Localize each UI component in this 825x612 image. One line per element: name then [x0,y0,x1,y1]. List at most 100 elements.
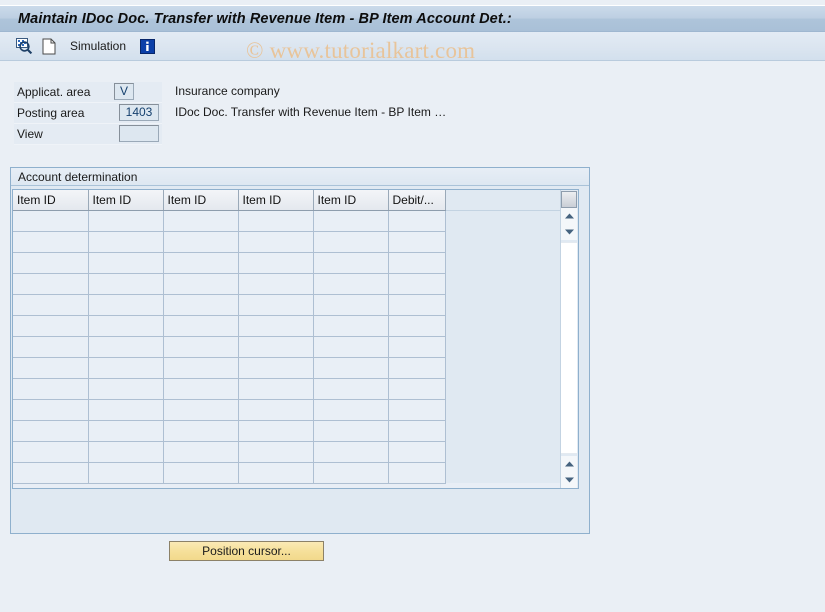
table-cell[interactable] [388,420,446,442]
table-cell[interactable] [238,273,314,295]
posting-area-input[interactable]: 1403 [119,104,159,121]
table-cell[interactable] [313,420,389,442]
table-cell[interactable] [238,231,314,253]
table-cell[interactable] [13,273,89,295]
table-cell[interactable] [13,357,89,379]
table-cell[interactable] [163,252,239,274]
table-cell[interactable] [313,210,389,232]
table-cell[interactable] [388,462,446,484]
document-icon[interactable] [40,35,58,57]
table-cell[interactable] [238,315,314,337]
table-cell[interactable] [388,252,446,274]
table-cell[interactable] [163,336,239,358]
column-header-debit[interactable]: Debit/... [388,190,446,211]
table-cell[interactable] [163,357,239,379]
table-cell[interactable] [238,294,314,316]
table-cell[interactable] [13,252,89,274]
magnifier-display-icon[interactable] [14,35,34,57]
table-cell[interactable] [88,399,164,421]
table-cell[interactable] [388,315,446,337]
table-cell[interactable] [13,441,89,463]
table-cell[interactable] [388,399,446,421]
table-cell[interactable] [313,357,389,379]
table-cell[interactable] [313,441,389,463]
table-body [13,210,560,484]
position-cursor-button[interactable]: Position cursor... [169,541,324,561]
table-cell[interactable] [13,399,89,421]
table-cell[interactable] [163,273,239,295]
table-cell[interactable] [88,252,164,274]
table-cell[interactable] [313,252,389,274]
table-cell[interactable] [163,315,239,337]
table-cell[interactable] [163,378,239,400]
table-cell[interactable] [88,294,164,316]
table-cell[interactable] [88,273,164,295]
table-cell[interactable] [238,420,314,442]
table-cell[interactable] [13,336,89,358]
table-cell[interactable] [238,399,314,421]
info-icon[interactable] [138,35,156,57]
table-cell[interactable] [88,336,164,358]
scrollbar-track[interactable] [561,242,578,454]
table-cell[interactable] [313,315,389,337]
table-cell[interactable] [88,420,164,442]
table-cell[interactable] [13,315,89,337]
applicat-area-input[interactable]: V [114,83,134,100]
table-cell[interactable] [313,462,389,484]
table-cell[interactable] [388,273,446,295]
table-cell[interactable] [13,378,89,400]
table-cell[interactable] [88,378,164,400]
table-cell[interactable] [313,378,389,400]
table-cell[interactable] [313,294,389,316]
column-header-item-id-5[interactable]: Item ID [313,190,389,211]
table-cell[interactable] [313,399,389,421]
table-cell[interactable] [88,231,164,253]
table-cell[interactable] [163,231,239,253]
table-cell[interactable] [238,336,314,358]
table-cell[interactable] [388,210,446,232]
table-cell[interactable] [388,378,446,400]
view-input[interactable] [119,125,159,142]
column-header-item-id-4[interactable]: Item ID [238,190,314,211]
scroll-down-arrow-bottom[interactable] [561,472,578,488]
scroll-up-arrow-bottom[interactable] [561,456,578,472]
scroll-up-arrow-top[interactable] [561,208,578,224]
table-cell[interactable] [88,462,164,484]
table-cell[interactable] [313,273,389,295]
table-cell[interactable] [13,462,89,484]
table-cell[interactable] [388,336,446,358]
table-vertical-scrollbar[interactable] [559,190,578,488]
table-cell[interactable] [313,336,389,358]
table-cell[interactable] [13,420,89,442]
table-cell[interactable] [13,231,89,253]
scroll-down-arrow-top[interactable] [561,224,578,240]
table-cell[interactable] [238,252,314,274]
simulation-button[interactable]: Simulation [70,39,126,53]
table-cell[interactable] [388,441,446,463]
column-header-item-id-1[interactable]: Item ID [13,190,89,211]
column-header-item-id-3[interactable]: Item ID [163,190,239,211]
table-cell[interactable] [388,294,446,316]
table-cell[interactable] [163,420,239,442]
select-all-cell[interactable] [561,191,578,208]
table-cell[interactable] [313,231,389,253]
table-cell[interactable] [88,315,164,337]
column-header-item-id-2[interactable]: Item ID [88,190,164,211]
table-cell[interactable] [163,294,239,316]
table-cell[interactable] [388,357,446,379]
table-cell[interactable] [163,210,239,232]
table-cell[interactable] [163,399,239,421]
table-cell[interactable] [238,441,314,463]
table-cell[interactable] [238,357,314,379]
table-cell[interactable] [238,378,314,400]
table-cell[interactable] [88,357,164,379]
table-cell[interactable] [13,294,89,316]
table-cell[interactable] [88,210,164,232]
table-cell[interactable] [13,210,89,232]
table-cell[interactable] [388,231,446,253]
table-cell[interactable] [238,462,314,484]
table-cell[interactable] [163,441,239,463]
table-cell[interactable] [88,441,164,463]
table-cell[interactable] [238,210,314,232]
table-cell[interactable] [163,462,239,484]
